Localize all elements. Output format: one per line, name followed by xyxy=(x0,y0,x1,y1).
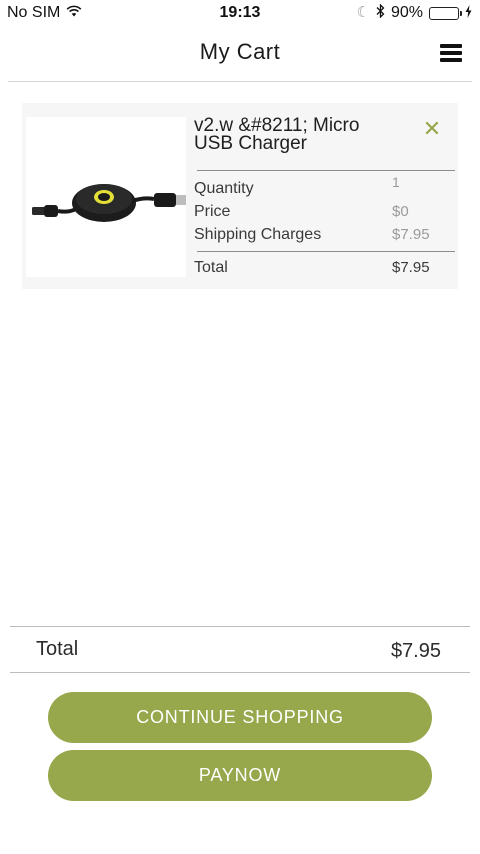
continue-shopping-button[interactable]: CONTINUE SHOPPING xyxy=(48,692,432,743)
price-label: Price xyxy=(194,203,231,220)
cart-total-value: $7.95 xyxy=(390,640,441,662)
app-header: My Cart xyxy=(0,26,480,82)
shipping-label: Shipping Charges xyxy=(194,226,322,243)
bluetooth-icon xyxy=(376,3,385,22)
charging-icon xyxy=(465,4,472,22)
quantity-value[interactable]: 1 xyxy=(392,172,400,192)
header-divider xyxy=(8,81,472,82)
cart-item: v2.w &#8211; Micro USB Charger ✕ Quantit… xyxy=(22,103,458,289)
pay-now-button[interactable]: PAYNOW xyxy=(48,750,432,801)
item-total-value: $7.95 xyxy=(392,259,430,276)
product-image[interactable] xyxy=(26,117,186,277)
cart-total-label: Total xyxy=(36,638,79,660)
totals-divider-top xyxy=(10,626,470,627)
moon-icon: ☾ xyxy=(356,4,370,21)
battery-icon xyxy=(429,6,462,20)
status-right: ☾ 90% xyxy=(356,3,472,22)
quantity-label: Quantity xyxy=(194,180,254,197)
details-divider-bottom xyxy=(197,251,455,252)
hamburger-menu-icon[interactable] xyxy=(440,44,462,62)
shipping-value: $7.95 xyxy=(392,226,430,243)
details-divider-top xyxy=(197,170,455,171)
totals-divider-bottom xyxy=(10,672,470,673)
page-title: My Cart xyxy=(199,39,281,64)
item-name[interactable]: v2.w &#8211; Micro USB Charger xyxy=(194,116,394,153)
item-details: v2.w &#8211; Micro USB Charger xyxy=(194,116,430,153)
battery-percent: 90% xyxy=(390,4,423,21)
status-bar: No SIM 19:13 ☾ 90% xyxy=(0,0,480,26)
close-icon[interactable]: ✕ xyxy=(420,117,444,141)
item-total-label: Total xyxy=(194,259,228,276)
price-value: $0 xyxy=(392,203,409,220)
